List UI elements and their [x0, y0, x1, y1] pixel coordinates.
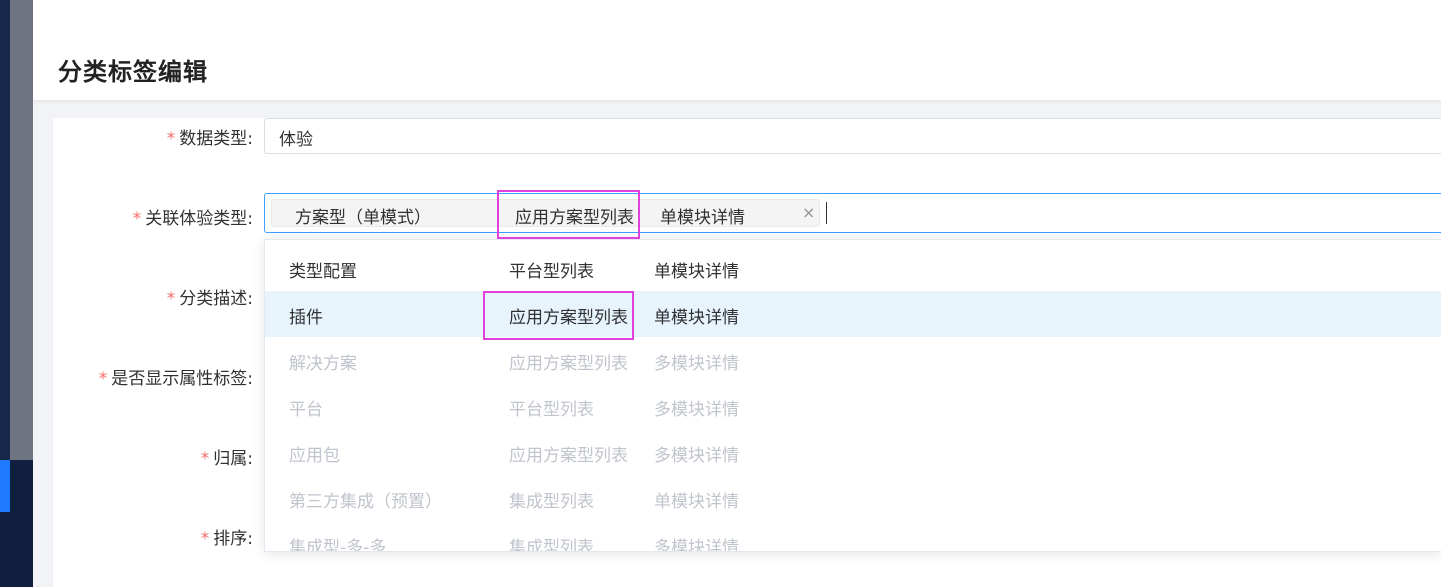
dropdown-option[interactable]: 集成型-多-多 集成型列表 多模块详情: [265, 521, 1441, 552]
nav-edge-lower: [10, 460, 33, 587]
page-title: 分类标签编辑: [58, 58, 208, 86]
option-list: 应用方案型列表: [509, 354, 628, 374]
tag-detail: 单模块详情: [660, 208, 745, 228]
dropdown-option[interactable]: 解决方案 应用方案型列表 多模块详情: [265, 337, 1441, 383]
experience-type-select[interactable]: 方案型（单模式） 应用方案型列表 单模块详情 ×: [264, 193, 1441, 233]
sort-label: * 排序:: [200, 529, 253, 549]
experience-type-dropdown: 类型配置 平台型列表 单模块详情 插件 应用方案型列表 单模块详情 解决方案 应…: [264, 239, 1441, 552]
nav-edge-upper: [0, 0, 10, 460]
required-star: *: [200, 449, 210, 469]
dropdown-option[interactable]: 第三方集成（预置） 集成型列表 单模块详情: [265, 475, 1441, 521]
option-detail: 单模块详情: [654, 262, 739, 282]
dropdown-option[interactable]: 应用包 应用方案型列表 多模块详情: [265, 429, 1441, 475]
nav-active-indicator: [0, 460, 10, 512]
required-star: *: [132, 209, 142, 229]
nav-overlay: [10, 0, 33, 460]
option-list: 应用方案型列表: [509, 446, 628, 466]
tag-name: 方案型（单模式）: [295, 208, 431, 228]
required-star: *: [166, 289, 176, 309]
option-list: 应用方案型列表: [509, 308, 628, 328]
experience-type-label: * 关联体验类型:: [132, 209, 253, 229]
required-star: *: [200, 529, 210, 549]
option-detail: 多模块详情: [654, 538, 739, 552]
text-caret: [826, 202, 827, 224]
option-detail: 单模块详情: [654, 308, 739, 328]
option-name: 插件: [289, 308, 323, 328]
option-detail: 单模块详情: [654, 492, 739, 512]
belong-label: * 归属:: [200, 449, 253, 469]
data-type-field[interactable]: 体验: [264, 118, 1441, 154]
option-list: 集成型列表: [509, 538, 594, 552]
option-list: 平台型列表: [509, 400, 594, 420]
option-name: 应用包: [289, 446, 340, 466]
category-desc-label: * 分类描述:: [166, 289, 253, 309]
tag-list: 应用方案型列表: [515, 208, 634, 228]
option-name: 集成型-多-多: [289, 538, 387, 552]
option-name: 类型配置: [289, 262, 357, 282]
option-list: 平台型列表: [509, 262, 594, 282]
option-name: 第三方集成（预置）: [289, 492, 442, 512]
show-attr-tag-label: * 是否显示属性标签:: [98, 369, 253, 389]
left-nav-strip: [0, 0, 33, 587]
option-list: 集成型列表: [509, 492, 594, 512]
option-name: 平台: [289, 400, 323, 420]
option-detail: 多模块详情: [654, 446, 739, 466]
panel-header: 分类标签编辑: [33, 0, 1441, 100]
option-name: 解决方案: [289, 354, 357, 374]
selected-tag: 方案型（单模式） 应用方案型列表 单模块详情 ×: [271, 199, 820, 228]
dropdown-option[interactable]: 平台 平台型列表 多模块详情: [265, 383, 1441, 429]
option-detail: 多模块详情: [654, 400, 739, 420]
form-card: * 数据类型: 体验 * 关联体验类型: 方案型（单模式） 应用方案型列表 单模块详…: [53, 118, 1441, 587]
option-detail: 多模块详情: [654, 354, 739, 374]
edit-panel: 分类标签编辑 * 数据类型: 体验 * 关联体验类型: 方案型（单模式） 应用方案型…: [33, 0, 1441, 587]
data-type-value: 体验: [279, 130, 313, 150]
dropdown-option[interactable]: 插件 应用方案型列表 单模块详情: [265, 291, 1441, 337]
required-star: *: [98, 369, 108, 389]
tag-close-icon[interactable]: ×: [802, 203, 815, 222]
data-type-label: * 数据类型:: [166, 129, 253, 149]
dropdown-option[interactable]: 类型配置 平台型列表 单模块详情: [265, 245, 1441, 291]
required-star: *: [166, 129, 176, 149]
